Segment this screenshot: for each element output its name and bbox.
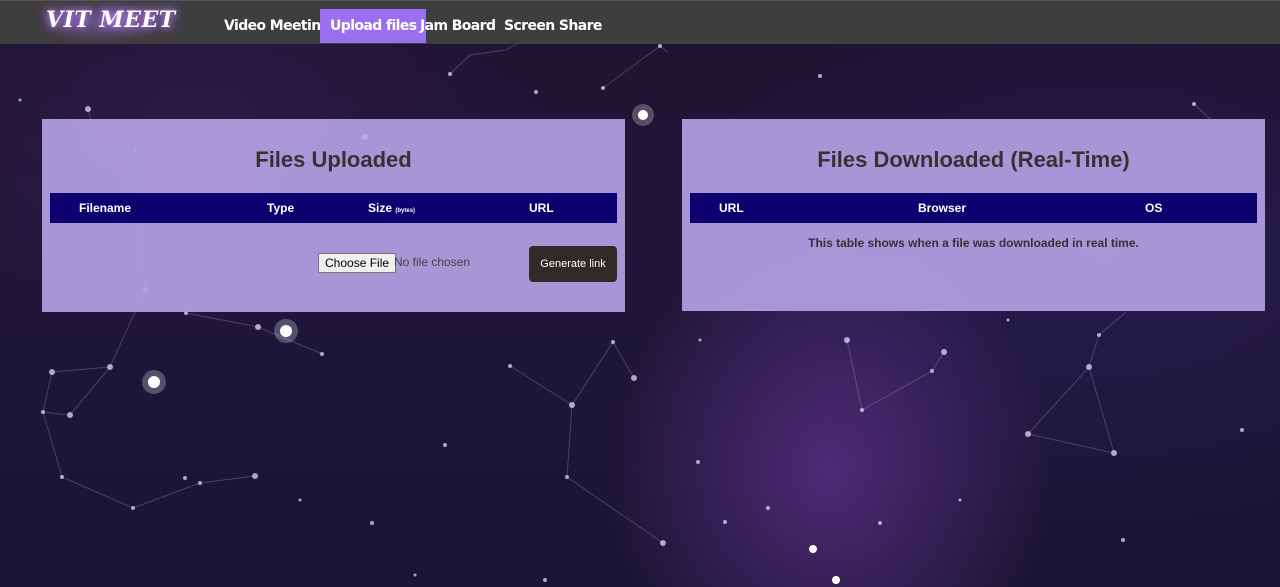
choose-file-button[interactable]: Choose File [318, 253, 397, 273]
col-url: URL [719, 201, 744, 215]
col-browser: Browser [918, 201, 967, 215]
col-type: Type [267, 201, 295, 215]
brand-logo[interactable]: VIT MEET [46, 7, 176, 33]
file-status-text: No file chosen [394, 255, 471, 269]
col-url: URL [529, 201, 554, 215]
nav-screen-share[interactable]: Screen Share [494, 9, 612, 43]
downloads-table-header: URL Browser OS [690, 193, 1257, 223]
downloads-panel: Files Downloaded (Real-Time) URL Browser… [682, 119, 1265, 311]
uploads-panel: Files Uploaded Filename Type Size (bytes… [42, 119, 625, 312]
col-size-label: Size [368, 201, 393, 215]
top-navbar: VIT MEET Video Meeting Upload files Jam … [0, 0, 1280, 45]
downloads-title: Files Downloaded (Real-Time) [817, 147, 1130, 172]
uploads-table-header: Filename Type Size (bytes) URL [50, 193, 617, 223]
col-os: OS [1145, 201, 1163, 215]
col-size: Size (bytes) [368, 201, 415, 215]
downloads-note: This table shows when a file was downloa… [808, 236, 1139, 250]
nav-jam-board[interactable]: Jam Board [410, 9, 505, 43]
generate-link-button[interactable]: Generate link [529, 246, 617, 282]
uploads-title: Files Uploaded [255, 147, 412, 172]
col-filename: Filename [79, 201, 132, 215]
col-size-unit: (bytes) [395, 208, 416, 214]
